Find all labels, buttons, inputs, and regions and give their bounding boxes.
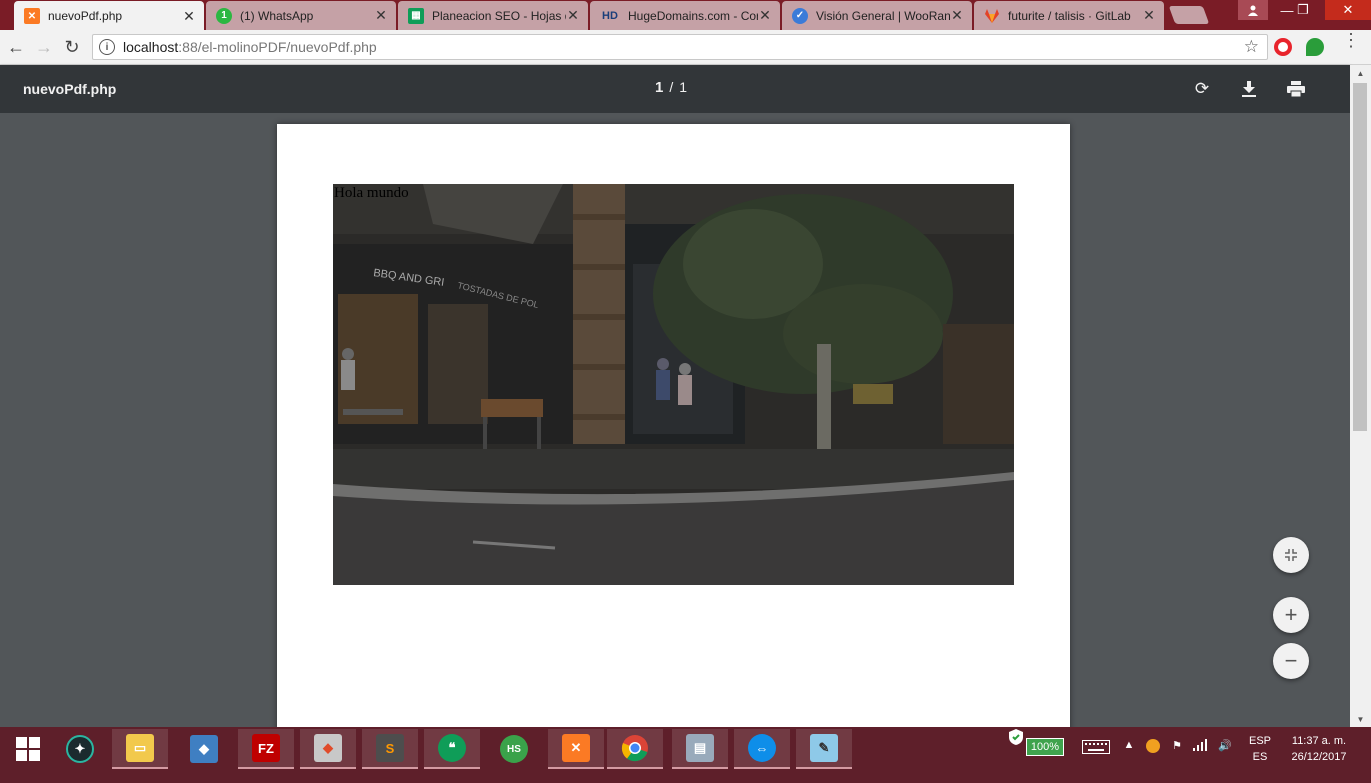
close-icon[interactable]: ✕ bbox=[182, 8, 196, 25]
close-icon[interactable]: ✕ bbox=[1142, 7, 1156, 24]
url-path: :88/el-molinoPDF/nuevoPdf.php bbox=[178, 39, 377, 55]
print-icon[interactable] bbox=[1284, 77, 1308, 101]
scroll-up-icon[interactable]: ▲ bbox=[1350, 65, 1371, 81]
volume-icon[interactable]: 🔊 bbox=[1216, 739, 1234, 752]
tab-title: (1) WhatsApp bbox=[240, 8, 314, 23]
teamviewer-icon[interactable]: ⇔ bbox=[734, 729, 790, 769]
tab-strip: ✕ nuevoPdf.php ✕ 1 (1) WhatsApp ✕ ▦ Plan… bbox=[0, 0, 1371, 31]
network-signal-icon[interactable] bbox=[1192, 739, 1210, 751]
page-indicator: 1 / 1 bbox=[655, 79, 687, 96]
tab-woorank[interactable]: ✓ Visión General | WooRan ✕ bbox=[782, 1, 972, 30]
whatsapp-icon: 1 bbox=[216, 7, 232, 24]
gitkraken-icon[interactable]: ✦ bbox=[52, 729, 108, 769]
xampp-taskbar-icon[interactable]: ✕ bbox=[548, 729, 604, 769]
forward-icon[interactable]: → bbox=[32, 36, 56, 58]
hugedomains-icon: HD bbox=[602, 9, 618, 22]
zoom-in-button[interactable]: + bbox=[1273, 597, 1309, 633]
tab-nuevopdf[interactable]: ✕ nuevoPdf.php ✕ bbox=[14, 1, 204, 31]
opera-extension-icon[interactable] bbox=[1274, 38, 1292, 56]
close-icon[interactable]: ✕ bbox=[950, 7, 964, 24]
sheets-icon: ▦ bbox=[408, 7, 424, 24]
tab-title: Visión General | WooRan bbox=[816, 8, 950, 23]
tab-title: futurite / talisis · GitLab bbox=[1008, 8, 1131, 23]
system-monitor-icon[interactable]: ▤ bbox=[672, 729, 728, 769]
page-separator: / bbox=[669, 79, 674, 95]
page-text: Hola mundo bbox=[334, 185, 409, 201]
pdf-page: BBQ AND GRI TOSTADAS DE POL Hola mundo bbox=[277, 124, 1070, 744]
tab-title: nuevoPdf.php bbox=[48, 9, 123, 23]
address-bar[interactable]: i localhost:88/el-molinoPDF/nuevoPdf.php… bbox=[92, 34, 1268, 60]
fit-to-page-button[interactable] bbox=[1273, 537, 1309, 573]
close-icon[interactable]: ✕ bbox=[374, 7, 388, 24]
language-top: ESP bbox=[1248, 735, 1271, 747]
pdf-title: nuevoPdf.php bbox=[23, 81, 117, 97]
windows-start-icon[interactable] bbox=[0, 729, 56, 769]
current-page[interactable]: 1 bbox=[655, 79, 663, 96]
close-icon[interactable]: ✕ bbox=[758, 7, 772, 24]
flag-icon[interactable]: ⚑ bbox=[1168, 739, 1186, 752]
zoom-out-button[interactable]: − bbox=[1273, 643, 1309, 679]
clock-date: 26/12/2017 bbox=[1291, 751, 1347, 763]
user-profile-icon[interactable] bbox=[1238, 0, 1268, 20]
total-pages: 1 bbox=[679, 79, 688, 95]
clock-time: 11:37 a. m. bbox=[1291, 735, 1347, 747]
gitlab-icon bbox=[984, 8, 1000, 24]
virtualbox-icon[interactable]: ◆ bbox=[176, 729, 232, 769]
tab-title: Planeacion SEO - Hojas d bbox=[432, 8, 566, 23]
extension-icon[interactable] bbox=[1306, 38, 1324, 56]
notepad-icon[interactable]: ✎ bbox=[796, 729, 852, 769]
download-icon[interactable] bbox=[1237, 77, 1261, 101]
git-gui-icon[interactable]: ◆ bbox=[300, 729, 356, 769]
scrollbar-thumb[interactable] bbox=[1353, 83, 1367, 431]
woorank-icon: ✓ bbox=[792, 7, 808, 24]
new-tab-button[interactable] bbox=[1168, 6, 1210, 24]
tab-planeacion-seo[interactable]: ▦ Planeacion SEO - Hojas d ✕ bbox=[398, 1, 588, 30]
restore-icon[interactable]: ❐ bbox=[1288, 0, 1318, 20]
back-icon[interactable]: ← bbox=[4, 36, 28, 58]
tab-gitlab[interactable]: futurite / talisis · GitLab ✕ bbox=[974, 1, 1164, 30]
pdf-toolbar: nuevoPdf.php 1 / 1 ⟳ bbox=[0, 65, 1350, 113]
filezilla-icon[interactable]: FZ bbox=[238, 729, 294, 769]
close-window-icon[interactable]: ✕ bbox=[1325, 0, 1371, 20]
clock[interactable]: 11:37 a. m. 26/12/2017 bbox=[1283, 733, 1355, 765]
reload-icon[interactable]: ↻ bbox=[60, 36, 84, 58]
taskbar: ✦ ▭ ◆ FZ ◆ S ❝ HS ✕ ▤ ⇔ ✎ 100% ▲ ⚑ 🔊 ESP… bbox=[0, 727, 1371, 783]
menu-icon[interactable]: ⋮ bbox=[1342, 31, 1360, 49]
embedded-image: BBQ AND GRI TOSTADAS DE POL bbox=[333, 184, 1014, 585]
language-bottom: ES bbox=[1252, 751, 1268, 763]
keyboard-icon[interactable] bbox=[1080, 738, 1112, 756]
scroll-down-icon[interactable]: ▼ bbox=[1350, 711, 1371, 727]
language-indicator[interactable]: ESP ES bbox=[1244, 733, 1276, 765]
url-host: localhost bbox=[123, 39, 179, 55]
browser-toolbar: ← → ↻ i localhost:88/el-molinoPDF/nuevoP… bbox=[0, 30, 1371, 65]
sublime-text-icon[interactable]: S bbox=[362, 729, 418, 769]
chrome-icon[interactable] bbox=[607, 729, 663, 769]
tab-hugedomains[interactable]: HD HugeDomains.com - Cor ✕ bbox=[590, 1, 780, 30]
xampp-icon: ✕ bbox=[24, 8, 40, 24]
pdf-viewport[interactable]: BBQ AND GRI TOSTADAS DE POL Hola mundo bbox=[0, 113, 1350, 744]
vertical-scrollbar[interactable]: ▲ ▼ bbox=[1350, 65, 1371, 727]
info-icon[interactable]: i bbox=[99, 39, 115, 55]
tab-title: HugeDomains.com - Cor bbox=[628, 8, 758, 23]
battery-indicator[interactable]: 100% bbox=[1026, 738, 1064, 756]
chevron-up-icon[interactable]: ▲ bbox=[1122, 739, 1136, 751]
shield-icon[interactable] bbox=[1008, 729, 1024, 745]
app-tray-icon[interactable] bbox=[1144, 739, 1162, 753]
rotate-icon[interactable]: ⟳ bbox=[1190, 77, 1214, 101]
hangouts-icon[interactable]: ❝ bbox=[424, 729, 480, 769]
close-icon[interactable]: ✕ bbox=[566, 7, 580, 24]
bookmark-star-icon[interactable]: ☆ bbox=[1244, 37, 1259, 57]
file-explorer-icon[interactable]: ▭ bbox=[112, 729, 168, 769]
tab-whatsapp[interactable]: 1 (1) WhatsApp ✕ bbox=[206, 1, 396, 30]
heidisql-icon[interactable]: HS bbox=[486, 729, 542, 769]
